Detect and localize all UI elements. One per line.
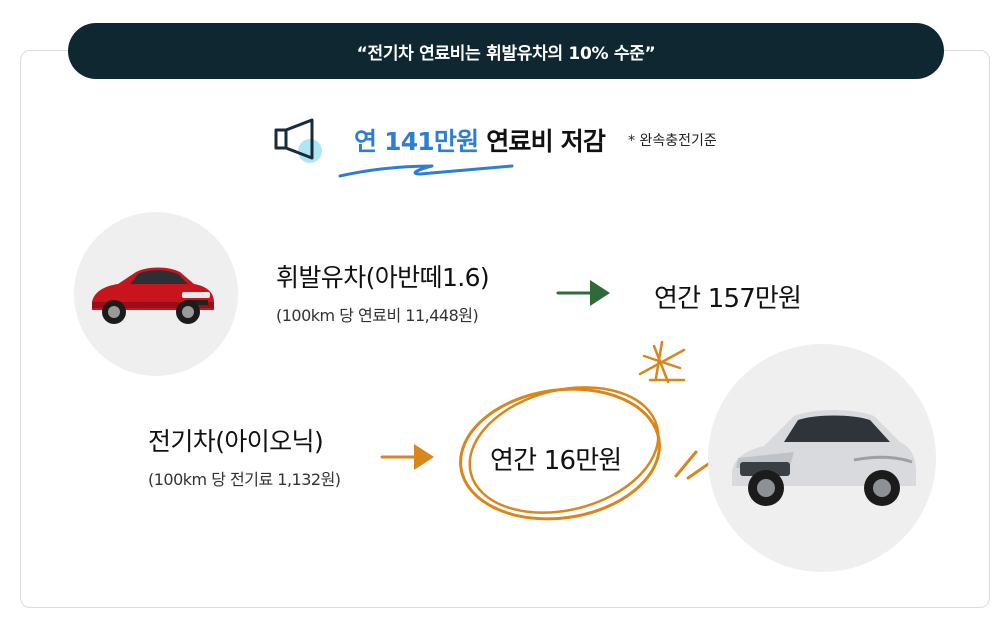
electric-annual-cost: 연간 16만원 [490,446,622,476]
electric-title: 전기차(아이오닉) [148,427,324,456]
charging-note: * 완속충전기준 [628,133,717,149]
scribble-underline [338,164,514,178]
banner-text: “전기차 연료비는 휘발유차의 10% 수준” [356,43,656,64]
gasoline-title: 휘발유차(아반떼1.6) [276,263,490,292]
headline-banner: “전기차 연료비는 휘발유차의 10% 수준” [68,23,944,79]
headline-rest: 연료비 저감 [478,127,606,156]
electric-detail: (100km 당 전기료 1,132원) [148,470,341,489]
red-sedan-image [92,267,214,324]
gasoline-detail: (100km 당 연료비 11,448원) [276,306,479,325]
gasoline-annual-cost: 연간 157만원 [654,284,802,314]
megaphone-icon [274,118,322,163]
headline-text: 연 141만원 연료비 저감 [354,122,606,158]
savings-headline: 연 141만원 연료비 저감 * 완속충전기준 [270,112,750,178]
white-hatchback-image [732,410,916,506]
electric-arrow-icon [380,444,434,470]
gasoline-arrow-icon [556,280,610,306]
headline-highlight: 연 141만원 [354,127,479,156]
